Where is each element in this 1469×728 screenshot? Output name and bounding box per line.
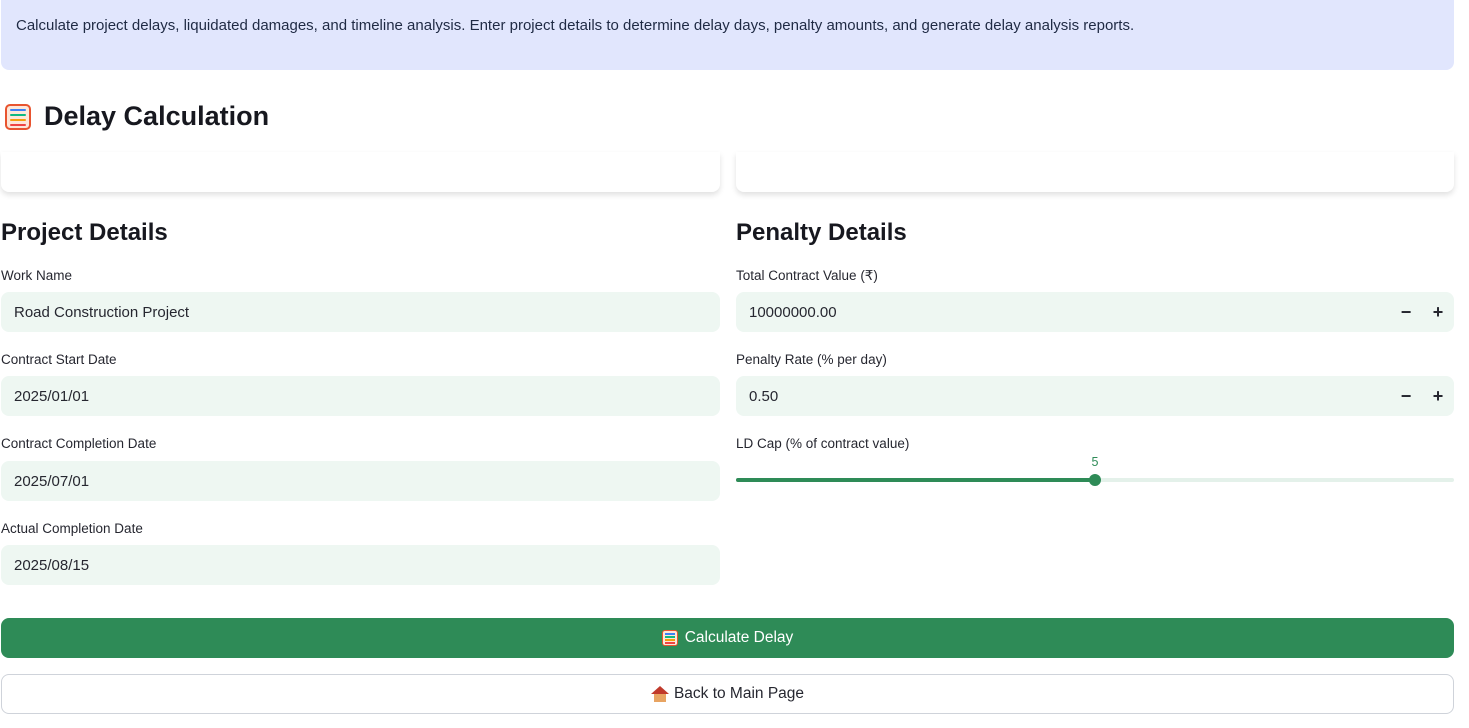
actual-completion-value: 2025/08/15 (14, 556, 90, 574)
house-icon (650, 686, 669, 702)
contract-value-decrement-button[interactable]: − (1390, 292, 1422, 332)
calculate-delay-label: Calculate Delay (684, 629, 794, 646)
abacus-icon (661, 630, 678, 646)
contract-value-stepper: − + (1390, 292, 1454, 332)
ld-cap-label: LD Cap (% of contract value) (736, 436, 910, 451)
contract-value-label: Total Contract Value (₹) (736, 268, 878, 283)
contract-start-date-input[interactable]: 2025/01/01 (1, 376, 720, 416)
penalty-rate-label: Penalty Rate (% per day) (736, 352, 887, 367)
left-card (1, 152, 720, 192)
penalty-rate-input[interactable]: 0.50 − + (736, 376, 1454, 416)
page-title: Delay Calculation (5, 101, 269, 132)
contract-value-input[interactable]: 10000000.00 − + (736, 292, 1454, 332)
contract-start-label: Contract Start Date (1, 352, 117, 367)
contract-start-value: 2025/01/01 (14, 387, 90, 405)
info-alert: Calculate project delays, liquidated dam… (1, 0, 1454, 70)
actual-completion-date-input[interactable]: 2025/08/15 (1, 545, 720, 585)
penalty-rate-value: 0.50 (749, 387, 779, 405)
work-name-value: Road Construction Project (14, 303, 190, 321)
penalty-rate-increment-button[interactable]: + (1422, 376, 1454, 416)
calculate-delay-button[interactable]: Calculate Delay (1, 618, 1454, 658)
contract-completion-date-input[interactable]: 2025/07/01 (1, 461, 720, 501)
ld-cap-slider-thumb[interactable] (1089, 474, 1101, 486)
contract-value-increment-button[interactable]: + (1422, 292, 1454, 332)
contract-value-value: 10000000.00 (749, 303, 837, 321)
ld-cap-slider-fill (736, 478, 1095, 482)
penalty-rate-decrement-button[interactable]: − (1390, 376, 1422, 416)
contract-completion-label: Contract Completion Date (1, 436, 157, 451)
right-card (736, 152, 1454, 192)
actual-completion-label: Actual Completion Date (1, 521, 143, 536)
contract-completion-value: 2025/07/01 (14, 472, 90, 490)
penalty-rate-stepper: − + (1390, 376, 1454, 416)
info-text: Calculate project delays, liquidated dam… (16, 17, 1135, 34)
work-name-input[interactable]: Road Construction Project (1, 292, 720, 332)
back-to-main-button[interactable]: Back to Main Page (1, 674, 1454, 714)
project-details-title: Project Details (1, 219, 168, 246)
work-name-label: Work Name (1, 268, 73, 283)
penalty-details-title: Penalty Details (736, 219, 907, 246)
ld-cap-slider[interactable] (736, 474, 1454, 486)
ld-cap-value: 5 (1091, 455, 1099, 469)
abacus-icon (5, 103, 31, 130)
page-title-text: Delay Calculation (44, 101, 270, 131)
back-to-main-label: Back to Main Page (673, 685, 805, 702)
